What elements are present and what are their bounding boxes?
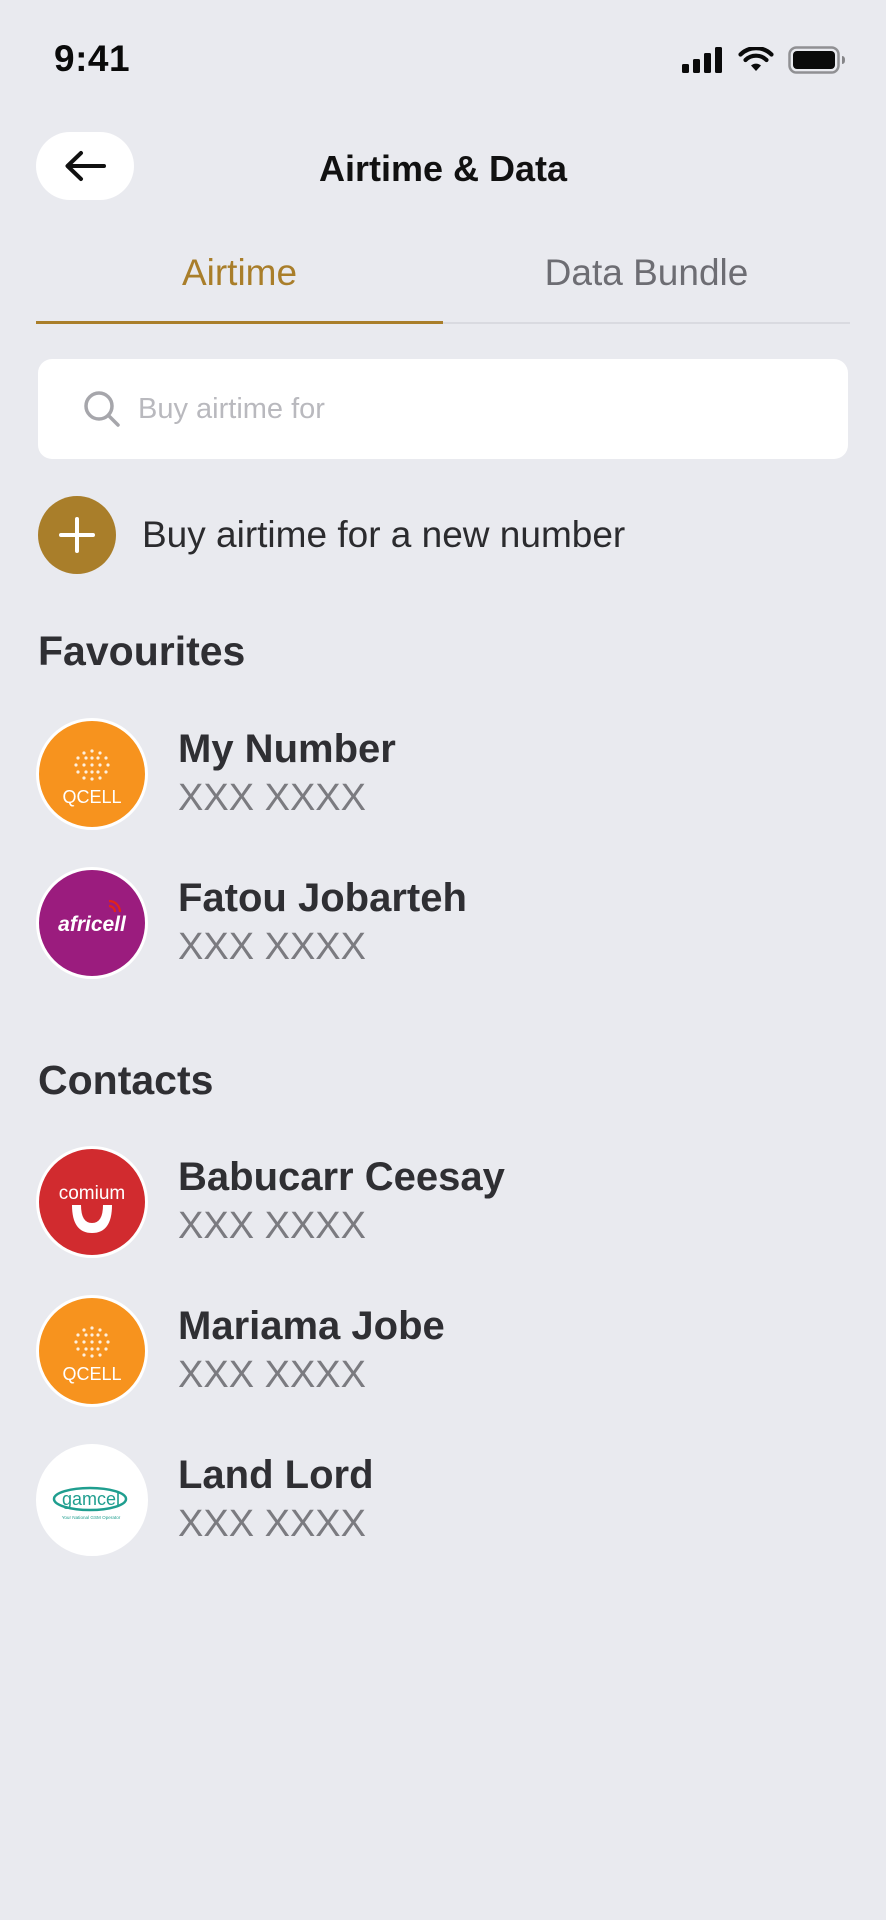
svg-text:QCELL: QCELL <box>62 787 121 807</box>
svg-text:Your National GSM Operator: Your National GSM Operator <box>62 1515 121 1520</box>
favourites-heading: Favourites <box>38 628 246 674</box>
contact-name: Mariama Jobe <box>178 1304 445 1348</box>
buy-new-number-label: Buy airtime for a new number <box>142 514 626 555</box>
comium-logo: comium <box>36 1146 148 1258</box>
contact-name: My Number <box>178 727 396 771</box>
qcell-logo: QCELL <box>36 718 148 830</box>
wifi-icon <box>738 47 774 71</box>
header: Airtime & Data <box>0 130 886 226</box>
svg-text:QCELL: QCELL <box>62 1364 121 1384</box>
battery-icon <box>788 46 845 74</box>
contact-item[interactable]: comium Babucarr Ceesay XXX XXXX <box>36 1146 505 1258</box>
search-input[interactable] <box>138 392 818 426</box>
search-icon <box>84 391 120 427</box>
tab-bar: Airtime Data Bundle <box>36 240 850 324</box>
contact-number: XXX XXXX <box>178 1205 366 1247</box>
tab-airtime[interactable]: Airtime <box>36 240 443 324</box>
status-time: 9:41 <box>54 38 131 79</box>
favourite-item[interactable]: QCELL My Number XXX XXXX <box>36 718 396 830</box>
buy-new-number-button[interactable]: Buy airtime for a new number <box>38 496 625 574</box>
plus-icon <box>59 517 95 553</box>
africell-logo: africell <box>36 867 148 979</box>
contact-name: Babucarr Ceesay <box>178 1155 505 1199</box>
contact-number: XXX XXXX <box>178 1503 366 1545</box>
add-circle <box>38 496 116 574</box>
status-icons <box>682 46 846 74</box>
contact-item[interactable]: QCELL Mariama Jobe XXX XXXX <box>36 1295 445 1407</box>
qcell-logo: QCELL <box>36 1295 148 1407</box>
contact-name: Fatou Jobarteh <box>178 876 467 920</box>
contact-item[interactable]: gamcel Your National GSM Operator Land L… <box>36 1444 374 1556</box>
favourite-item[interactable]: africell Fatou Jobarteh XXX XXXX <box>36 867 467 979</box>
gamcel-logo: gamcel Your National GSM Operator <box>36 1444 148 1556</box>
contact-number: XXX XXXX <box>178 777 366 819</box>
page-title: Airtime & Data <box>318 148 568 189</box>
svg-text:africell: africell <box>58 913 127 936</box>
search-box <box>38 359 848 459</box>
contact-number: XXX XXXX <box>178 1354 366 1396</box>
svg-text:gamcel: gamcel <box>62 1489 120 1509</box>
contact-name: Land Lord <box>178 1453 374 1497</box>
cellular-signal-icon <box>682 47 722 73</box>
contacts-heading: Contacts <box>38 1057 214 1103</box>
svg-text:comium: comium <box>59 1183 126 1204</box>
tab-data-bundle[interactable]: Data Bundle <box>443 240 850 322</box>
status-bar: 9:41 <box>0 0 886 110</box>
contact-number: XXX XXXX <box>178 926 366 968</box>
